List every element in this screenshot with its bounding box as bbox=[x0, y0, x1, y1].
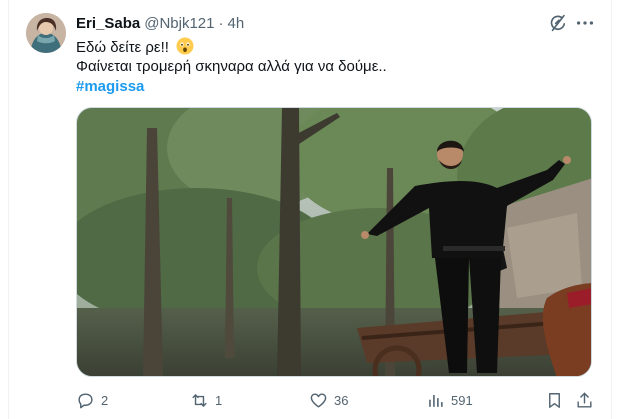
tweet-text-line-1: Εδώ δείτε ρε!! bbox=[76, 37, 194, 58]
heart-icon bbox=[310, 392, 327, 408]
bookmark-icon bbox=[549, 392, 560, 408]
reply-button[interactable]: 2 bbox=[76, 389, 108, 411]
tweet-text: Εδώ δείτε ρε!! bbox=[76, 39, 169, 56]
reply-count: 2 bbox=[101, 392, 109, 408]
retweet-icon bbox=[192, 393, 207, 407]
author-name[interactable]: Eri_Saba bbox=[76, 15, 140, 32]
forest-scene-image bbox=[77, 108, 591, 376]
retweet-count: 1 bbox=[215, 392, 223, 408]
like-count: 36 bbox=[334, 392, 349, 408]
bookmark-button[interactable] bbox=[545, 389, 564, 411]
views-button[interactable]: 591 bbox=[426, 389, 473, 411]
tweet-header: Eri_Saba @Nbjk121 · 4h bbox=[76, 13, 244, 33]
avatar[interactable] bbox=[26, 13, 66, 53]
like-button[interactable]: 36 bbox=[309, 389, 348, 411]
views-count: 591 bbox=[451, 392, 473, 408]
action-bar: 2 1 36 591 bbox=[0, 389, 634, 413]
timestamp[interactable]: 4h bbox=[227, 15, 244, 32]
more-icon[interactable] bbox=[574, 12, 596, 34]
grok-icon[interactable] bbox=[547, 12, 569, 34]
share-icon bbox=[577, 392, 592, 408]
tweet-text-line-2: Φαίνεται τρομερή σκηναρα αλλά για να δού… bbox=[76, 58, 387, 75]
share-button[interactable] bbox=[575, 389, 594, 411]
hashtag-link[interactable]: #magissa bbox=[76, 77, 144, 97]
views-icon bbox=[429, 394, 443, 407]
astonished-face-emoji bbox=[176, 37, 194, 55]
author-handle[interactable]: @Nbjk121 bbox=[144, 15, 214, 32]
retweet-button[interactable]: 1 bbox=[190, 389, 222, 411]
reply-icon bbox=[78, 392, 93, 408]
separator-dot: · bbox=[218, 14, 224, 32]
tweet-media-image[interactable] bbox=[76, 107, 592, 377]
